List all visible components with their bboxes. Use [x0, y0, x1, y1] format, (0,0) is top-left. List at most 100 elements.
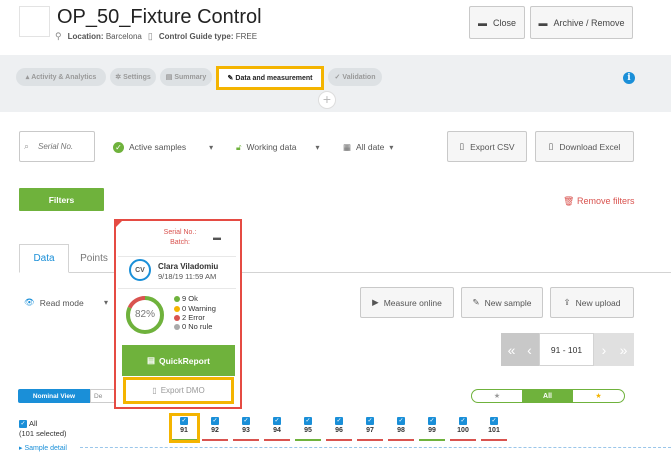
- sample-column[interactable]: ✓ 95: [295, 417, 321, 441]
- close-button[interactable]: ▬ Close: [469, 6, 525, 39]
- sample-column[interactable]: ✓ 101: [481, 417, 507, 441]
- sample-column[interactable]: ✓ 94: [264, 417, 290, 441]
- filters-button[interactable]: Filters: [19, 188, 104, 211]
- logo: [19, 6, 50, 37]
- sample-checkbox-icon[interactable]: ✓: [490, 417, 498, 425]
- sample-checkbox-icon[interactable]: ✓: [335, 417, 343, 425]
- sample-column[interactable]: ✓ 100: [450, 417, 476, 441]
- download-excel-button[interactable]: ▯ Download Excel: [535, 131, 634, 162]
- legend-error: 2 Error: [174, 313, 205, 322]
- checkbox-icon: ✓: [19, 419, 27, 428]
- sample-column[interactable]: ✓ 99: [419, 417, 445, 441]
- sample-column[interactable]: ✓ 92: [202, 417, 228, 441]
- sample-column[interactable]: ✓ 97: [357, 417, 383, 441]
- tab-label: Summary: [174, 73, 207, 81]
- export-dmo-button[interactable]: ▯ Export DMO: [123, 377, 234, 404]
- sample-column[interactable]: ✓ 98: [388, 417, 414, 441]
- date-dropdown[interactable]: ▦ All date ▾: [343, 140, 393, 154]
- unlock-icon: 🔓︎: [236, 141, 242, 152]
- report-icon: ▤: [146, 355, 155, 365]
- unstarred-filter-icon[interactable]: ★: [472, 390, 522, 402]
- upload-icon: ⇪: [563, 297, 571, 307]
- sample-status-bar: [202, 439, 228, 441]
- sample-detail-link[interactable]: ▸ Sample detail: [19, 444, 67, 452]
- selected-count: (101 selected): [19, 429, 67, 438]
- tab-summary[interactable]: ▤ Summary: [160, 68, 212, 86]
- sample-number: 101: [488, 427, 500, 434]
- batch-label: Batch:: [170, 239, 190, 246]
- tab-activity-analytics[interactable]: ▴ Activity & Analytics: [16, 68, 106, 86]
- tab-settings[interactable]: ✲ Settings: [110, 68, 156, 86]
- new-sample-button[interactable]: ✎ New sample: [461, 287, 543, 318]
- sample-checkbox-icon[interactable]: ✓: [459, 417, 467, 425]
- tab-data-and-measurement[interactable]: ✎ Data and measurement: [216, 66, 324, 90]
- active-samples-dropdown[interactable]: ✓ Active samples ▾: [113, 140, 213, 154]
- play-icon: ▶: [372, 297, 379, 307]
- starred-filter-icon[interactable]: ★: [573, 390, 624, 402]
- pager-last-button[interactable]: »: [613, 333, 634, 366]
- popup-date: 9/18/19 11:59 AM: [158, 272, 217, 281]
- working-data-dropdown[interactable]: 🔓︎ Working data ▾: [236, 140, 319, 154]
- sample-checkbox-icon[interactable]: ✓: [273, 417, 281, 425]
- ok-dot-icon: [174, 295, 180, 302]
- sample-checkbox-icon[interactable]: ✓: [366, 417, 374, 425]
- quick-report-button[interactable]: ▤ QuickReport: [122, 345, 235, 376]
- calendar-icon: ▦: [343, 141, 352, 152]
- sample-status-bar: [388, 439, 414, 441]
- new-upload-button[interactable]: ⇪ New upload: [550, 287, 634, 318]
- dashed-divider: [80, 447, 671, 448]
- archive-icon: ▬: [538, 17, 548, 28]
- measure-online-button[interactable]: ▶ Measure online: [360, 287, 454, 318]
- search-icon: ⌕: [24, 141, 30, 151]
- read-mode-dropdown[interactable]: 👁︎ Read mode: [24, 297, 84, 308]
- star-filter-all[interactable]: All: [522, 390, 573, 402]
- sample-checkbox-icon[interactable]: ✓: [242, 417, 250, 425]
- legend-warning-label: 0 Warning: [182, 304, 216, 313]
- date-label: All date: [356, 142, 385, 152]
- pager-first-button[interactable]: «: [501, 333, 522, 366]
- folder-icon[interactable]: ▬: [213, 233, 221, 242]
- serial-number-input[interactable]: [19, 131, 95, 162]
- sample-status-bar: [450, 439, 476, 441]
- remove-filters-link[interactable]: 🗑︎ Remove filters: [563, 196, 634, 207]
- file-icon: ▯: [548, 141, 554, 151]
- subtab-points[interactable]: Points: [69, 244, 119, 273]
- chevron-down-icon: ▾: [315, 142, 320, 152]
- guide-type-value: FREE: [235, 32, 258, 41]
- pager-range: 91 - 101: [539, 333, 594, 366]
- sample-detail-label: Sample detail: [24, 445, 67, 452]
- sample-checkbox-icon[interactable]: ✓: [428, 417, 436, 425]
- remove-filters-label: Remove filters: [576, 196, 635, 206]
- chevron-down-icon: ▾: [389, 142, 394, 152]
- file-icon: ▯: [152, 386, 157, 395]
- sample-number: 98: [397, 427, 405, 434]
- archive-remove-button[interactable]: ▬ Archive / Remove: [530, 6, 633, 39]
- subtab-data[interactable]: Data: [19, 244, 69, 273]
- star-filter: ★ All ★: [471, 389, 625, 403]
- chevron-down-icon[interactable]: ▾: [104, 298, 108, 307]
- sample-number: 96: [335, 427, 343, 434]
- sample-checkbox-icon[interactable]: ✓: [304, 417, 312, 425]
- pager-prev-button[interactable]: ‹: [520, 333, 539, 366]
- add-tab-icon[interactable]: +: [318, 91, 336, 109]
- sample-checkbox-icon[interactable]: ✓: [397, 417, 405, 425]
- tab-validation[interactable]: ✓ Validation: [328, 68, 382, 86]
- sample-number: 97: [366, 427, 374, 434]
- info-icon[interactable]: i: [623, 72, 635, 84]
- select-all-checkbox[interactable]: ✓ All: [19, 419, 37, 428]
- sample-column[interactable]: ✓ 93: [233, 417, 259, 441]
- quick-report-label: QuickReport: [159, 355, 211, 366]
- export-csv-button[interactable]: ▯ Export CSV: [447, 131, 527, 162]
- tab-label: Validation: [342, 73, 376, 81]
- sample-column[interactable]: ✓ 96: [326, 417, 352, 441]
- pager-next-button[interactable]: ›: [594, 333, 614, 366]
- nominal-view-toggle[interactable]: Nominal View: [18, 389, 90, 403]
- chart-icon: ▴: [25, 74, 30, 81]
- eye-icon: 👁︎: [24, 297, 35, 307]
- archive-button-label: Archive / Remove: [553, 17, 625, 28]
- book-icon: ▯: [147, 31, 153, 41]
- sample-checkbox-icon[interactable]: ✓: [211, 417, 219, 425]
- folder-icon: ▬: [477, 17, 487, 28]
- popup-percent: 82%: [134, 309, 155, 320]
- trash-icon: 🗑︎: [563, 196, 575, 206]
